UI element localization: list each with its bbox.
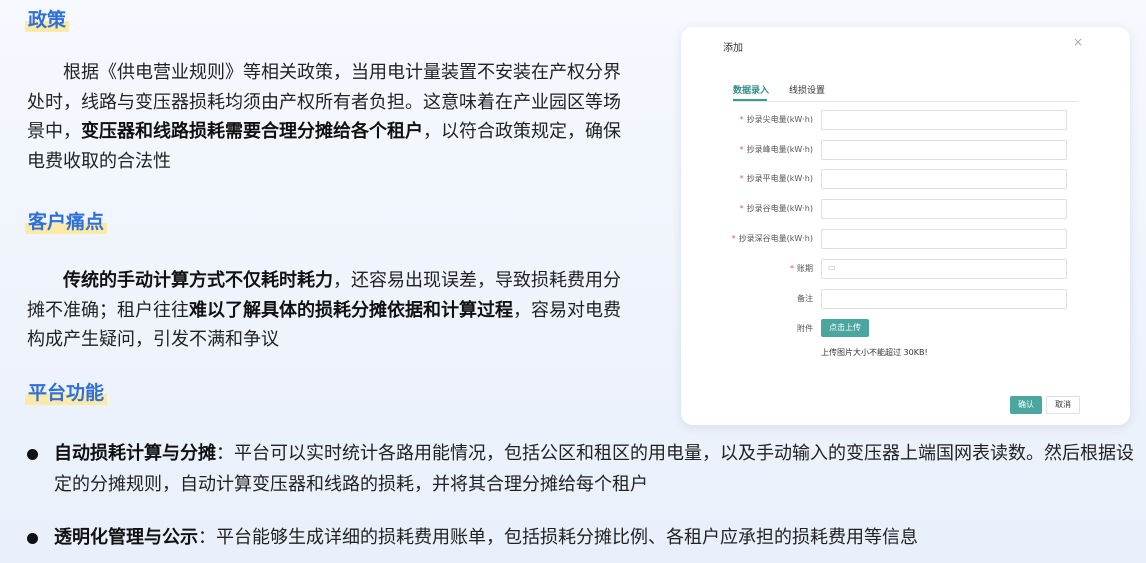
- cancel-button[interactable]: 取消: [1046, 396, 1080, 414]
- feature-text: ：平台能够生成详细的损耗费用账单，包括损耗分摊比例、各租户应承担的损耗费用等信息: [198, 527, 918, 548]
- valley-energy-input[interactable]: [821, 199, 1067, 219]
- feature-item-auto-loss: 自动损耗计算与分摊：平台可以实时统计各路用能情况，包括公区和租区的用电量，以及手…: [27, 438, 1137, 500]
- feature-title: 透明化管理与公示: [54, 527, 198, 548]
- pain-paragraph: 传统的手动计算方式不仅耗时耗力，还容易出现误差，导致损耗费用分摊不准确；租户往往…: [27, 266, 627, 355]
- form-row-remark: 备注: [681, 289, 1130, 309]
- remark-input[interactable]: [821, 289, 1067, 309]
- form-row-deep-valley: * 抄录深谷电量(kW·h): [681, 229, 1130, 249]
- form-row-flat: * 抄录平电量(kW·h): [681, 169, 1130, 189]
- required-mark: *: [739, 115, 744, 124]
- dialog-tabs: 数据录入 线损设置: [733, 83, 1078, 102]
- required-mark: *: [739, 145, 744, 154]
- section-heading-features: 平台功能: [25, 381, 108, 405]
- field-label-text: 账期: [797, 264, 813, 273]
- field-label: * 抄录峰电量(kW·h): [740, 144, 813, 155]
- pain-bold-1: 传统的手动计算方式不仅耗时耗力: [63, 270, 333, 291]
- field-label: 备注: [797, 293, 813, 304]
- required-mark: *: [739, 174, 744, 183]
- feature-item-transparency: 透明化管理与公示：平台能够生成详细的损耗费用账单，包括损耗分摊比例、各租户应承担…: [27, 522, 1137, 553]
- bullet-dot-icon: [27, 533, 38, 544]
- confirm-button[interactable]: 确认: [1010, 396, 1042, 414]
- sharp-energy-input[interactable]: [821, 110, 1067, 130]
- field-label-text: 抄录深谷电量(kW·h): [738, 234, 813, 243]
- form-row-valley: * 抄录谷电量(kW·h): [681, 199, 1130, 219]
- flat-energy-input[interactable]: [821, 169, 1067, 189]
- bullet-dot-icon: [27, 449, 38, 460]
- section-heading-pain-points: 客户痛点: [25, 210, 108, 234]
- required-mark: *: [739, 204, 744, 213]
- upload-hint: 上传图片大小不能超过 30KB!: [821, 348, 928, 357]
- field-label-text: 抄录谷电量(kW·h): [746, 204, 813, 213]
- upload-button[interactable]: 点击上传: [821, 319, 869, 337]
- field-label: * 账期: [790, 263, 813, 274]
- tab-data-entry[interactable]: 数据录入: [733, 83, 769, 96]
- form-row-peak: * 抄录峰电量(kW·h): [681, 140, 1130, 160]
- add-dialog: 添加 × 数据录入 线损设置 * 抄录尖电量(kW·h) * 抄录峰电量(kW·h)…: [681, 27, 1130, 425]
- field-label: * 抄录尖电量(kW·h): [740, 114, 813, 125]
- billing-period-date-picker[interactable]: ▭: [821, 259, 1067, 279]
- pain-bold-2: 难以了解具体的损耗分摊依据和计算过程: [189, 299, 513, 321]
- feature-title: 自动损耗计算与分摊: [54, 443, 216, 464]
- peak-energy-input[interactable]: [821, 140, 1067, 160]
- form-row-attachment: 附件 点击上传: [681, 319, 1130, 339]
- required-mark: *: [731, 234, 736, 243]
- required-mark: *: [790, 264, 794, 273]
- field-label: 附件: [797, 324, 813, 333]
- policy-paragraph: 根据《供电营业规则》等相关政策，当用电计量装置不安装在产权分界处时，线路与变压器…: [27, 58, 627, 176]
- field-label: * 抄录深谷电量(kW·h): [732, 233, 813, 244]
- field-label-text: 抄录平电量(kW·h): [746, 174, 813, 183]
- form-row-peak-sharp: * 抄录尖电量(kW·h): [681, 110, 1130, 130]
- form-row-billing-period: * 账期 ▭: [681, 259, 1130, 279]
- calendar-icon: ▭: [828, 263, 836, 272]
- close-icon[interactable]: ×: [1073, 35, 1083, 49]
- field-label-text: 备注: [797, 294, 813, 303]
- section-heading-policy: 政策: [25, 8, 70, 32]
- feature-text: ：平台可以实时统计各路用能情况，包括公区和租区的用电量，以及手动输入的变压器上端…: [54, 443, 1134, 495]
- feature-list: 自动损耗计算与分摊：平台可以实时统计各路用能情况，包括公区和租区的用电量，以及手…: [27, 438, 1137, 553]
- field-label: * 抄录谷电量(kW·h): [740, 203, 813, 214]
- policy-bold: 变压器和线路损耗需要合理分摊给各个租户: [81, 121, 423, 142]
- dialog-title: 添加: [723, 43, 743, 54]
- tab-line-loss-settings[interactable]: 线损设置: [789, 83, 825, 96]
- field-label-text: 抄录尖电量(kW·h): [746, 115, 813, 124]
- tab-active-indicator: [733, 99, 767, 101]
- deep-valley-energy-input[interactable]: [821, 229, 1067, 249]
- field-label: * 抄录平电量(kW·h): [740, 173, 813, 184]
- field-label-text: 抄录峰电量(kW·h): [746, 145, 813, 154]
